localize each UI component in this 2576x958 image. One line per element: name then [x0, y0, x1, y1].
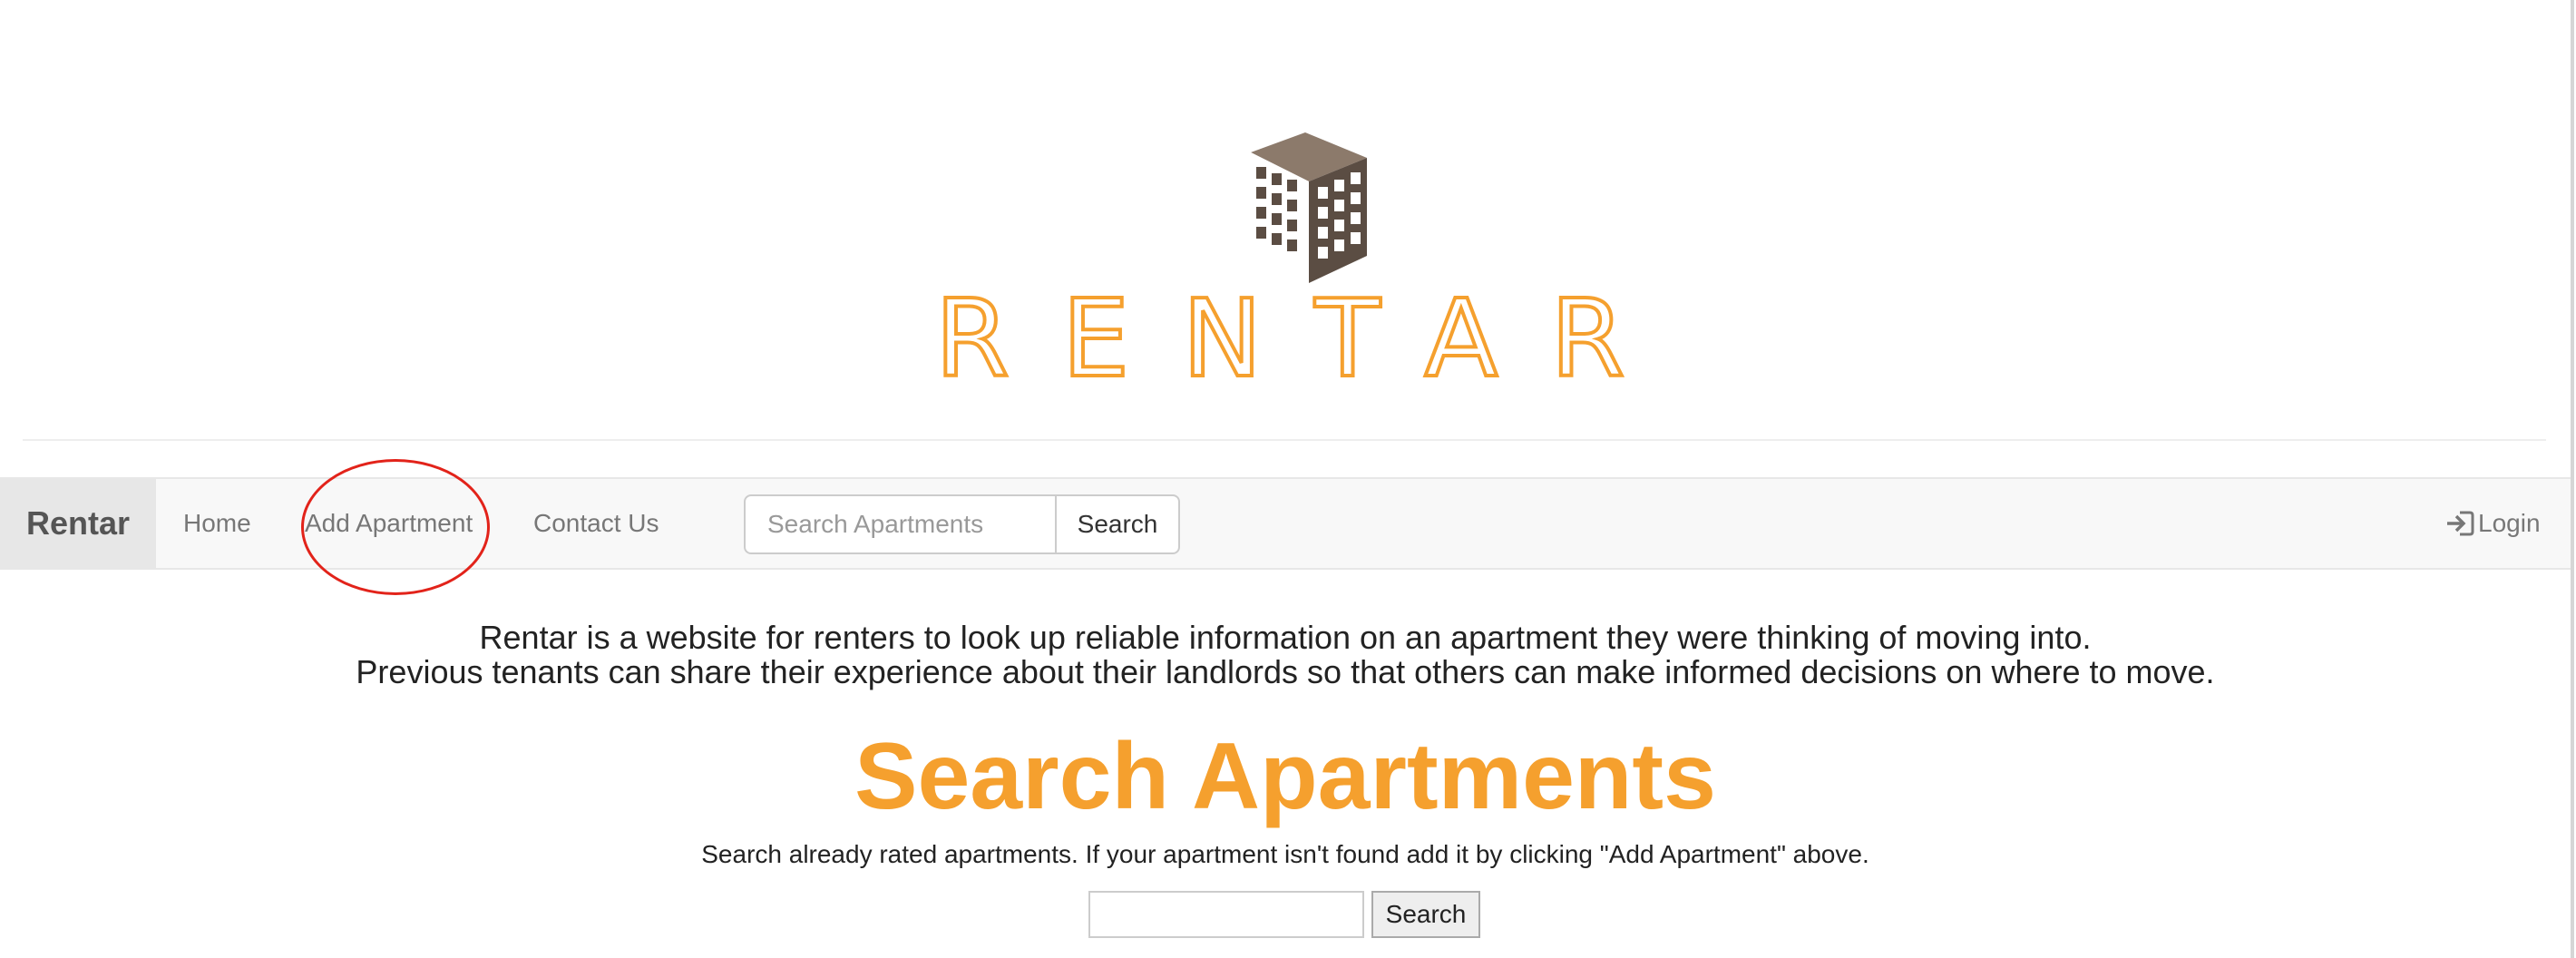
apartment-search-input[interactable]	[1088, 891, 1364, 938]
intro-line-1: Rentar is a website for renters to look …	[479, 619, 2092, 656]
page-subtitle: Search already rated apartments. If your…	[701, 840, 1869, 868]
navbar-brand[interactable]: Rentar	[0, 479, 156, 568]
login-icon	[2447, 511, 2474, 536]
wordmark-text: RENTAR	[935, 288, 1677, 388]
login-label: Login	[2478, 509, 2541, 537]
login-link[interactable]: Login	[2445, 479, 2541, 568]
nav-home-link[interactable]: Home	[183, 479, 251, 568]
nav-add-apartment-link[interactable]: Add Apartment	[305, 479, 473, 568]
rentar-wordmark: RENTAR	[933, 288, 1677, 388]
intro-text: Rentar is a website for renters to look …	[0, 621, 2571, 689]
navbar-search-input[interactable]	[744, 494, 1056, 554]
intro-line-2: Previous tenants can share their experie…	[356, 653, 2215, 690]
apartment-search-button[interactable]: Search	[1371, 891, 1480, 938]
site-header: RENTAR	[0, 0, 2571, 426]
navbar-search-button[interactable]: Search	[1055, 494, 1180, 554]
page-title: Search Apartments	[854, 724, 1716, 829]
header-divider	[23, 439, 2546, 441]
page: RENTAR Rentar Home Add Apartment Contact…	[0, 0, 2576, 958]
navbar: Rentar Home Add Apartment Contact Us Log…	[0, 477, 2571, 570]
nav-contact-link[interactable]: Contact Us	[533, 479, 659, 568]
building-icon	[1251, 132, 1367, 283]
window-scrollbar-edge	[2571, 0, 2574, 958]
